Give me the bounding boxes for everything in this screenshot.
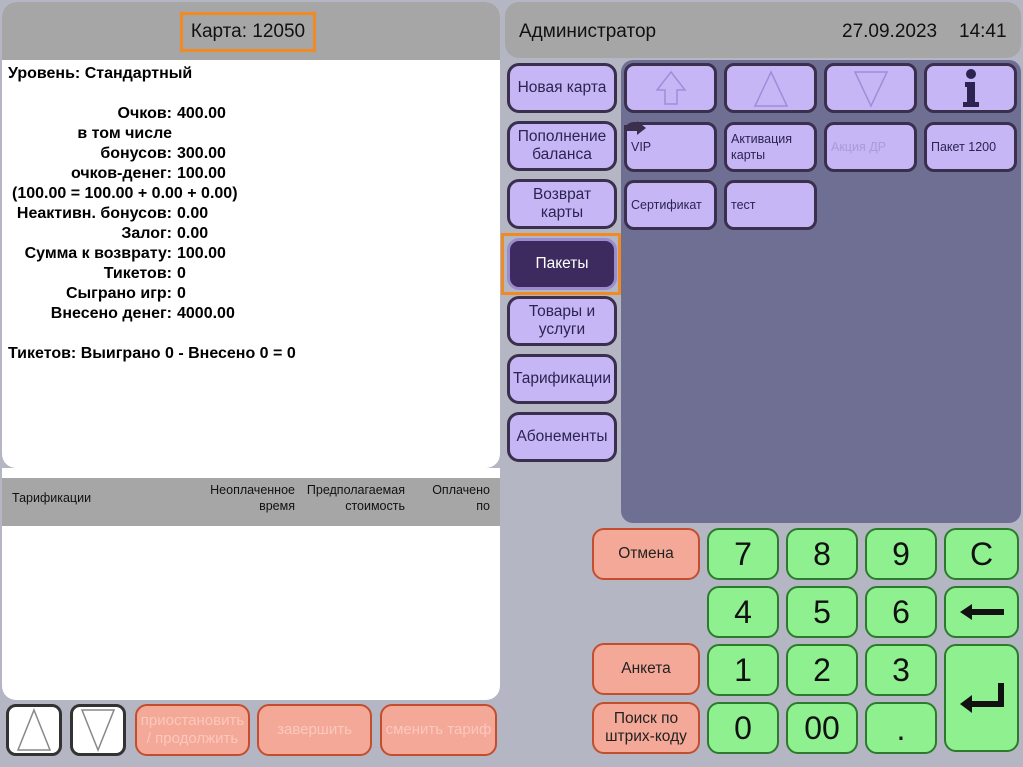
bonuses-value: 300.00 xyxy=(177,145,226,162)
finish-button[interactable]: завершить xyxy=(257,704,372,756)
points-value: 400.00 xyxy=(177,105,226,122)
tickets-value: 0 xyxy=(177,265,186,282)
key-8[interactable]: 8 xyxy=(786,528,858,580)
deposit-value: 0.00 xyxy=(177,225,209,242)
category-subscriptions[interactable]: Абонементы xyxy=(507,412,617,462)
enter-return-icon xyxy=(959,683,1004,713)
points-label: Очков: xyxy=(117,105,172,122)
item-vip-label: VIP xyxy=(631,140,652,154)
item-certificate[interactable]: Сертификат xyxy=(624,180,717,230)
points-formula: (100.00 = 100.00 + 0.00 + 0.00) xyxy=(12,185,238,202)
category-top-up-balance[interactable]: Пополнение баланса xyxy=(507,121,617,171)
change-tariff-button[interactable]: сменить тариф xyxy=(380,704,497,756)
key-1[interactable]: 1 xyxy=(707,644,779,696)
games-played-value: 0 xyxy=(177,285,186,302)
scroll-down-button[interactable] xyxy=(70,704,126,756)
key-enter[interactable] xyxy=(944,644,1019,752)
survey-button[interactable]: Анкета xyxy=(592,643,700,695)
item-package-1200[interactable]: Пакет 1200 xyxy=(924,122,1017,172)
money-points-label: очков-денег: xyxy=(70,165,172,182)
item-package-1200-label: Пакет 1200 xyxy=(931,140,997,154)
col-estimated-cost: Предполагаемая стоимость xyxy=(306,483,405,513)
refund-label: Сумма к возврату: xyxy=(24,245,172,262)
item-birthday-promo[interactable]: Акция ДР xyxy=(824,122,917,172)
category-packages[interactable]: Пакеты xyxy=(507,238,617,290)
item-card-activation[interactable]: Активация карты xyxy=(724,122,817,172)
card-info-panel: Карта: 12050 Уровень: Стандартный Очков:… xyxy=(2,2,500,468)
key-decimal[interactable]: . xyxy=(865,702,937,754)
tickets-summary: Тикетов: Выиграно 0 - Внесено 0 = 0 xyxy=(8,345,296,362)
money-deposited-label: Внесено денег: xyxy=(50,305,172,322)
inactive-bonuses-label: Неактивн. бонусов: xyxy=(16,205,172,222)
deposit-label: Залог: xyxy=(121,225,172,242)
item-certificate-label: Сертификат xyxy=(631,198,702,212)
item-birthday-promo-label: Акция ДР xyxy=(831,140,886,154)
barcode-search-button[interactable]: Поиск по штрих-коду xyxy=(592,702,700,754)
card-number-label: Карта: 12050 xyxy=(180,12,316,52)
page-down-button[interactable] xyxy=(824,63,917,113)
backspace-arrow-icon xyxy=(959,604,1004,620)
arrow-right-icon xyxy=(623,121,647,140)
key-backspace[interactable] xyxy=(944,586,1019,638)
key-3[interactable]: 3 xyxy=(865,644,937,696)
page-up-button[interactable] xyxy=(724,63,817,113)
col-unpaid-time: Неоплаченное время xyxy=(210,483,295,513)
games-played-label: Сыграно игр: xyxy=(65,285,172,302)
user-name: Администратор xyxy=(519,21,657,42)
triangle-down-icon xyxy=(80,709,116,752)
tickets-label: Тикетов: xyxy=(103,265,172,282)
refund-value: 100.00 xyxy=(177,245,226,262)
key-0[interactable]: 0 xyxy=(707,702,779,754)
category-card-return[interactable]: Возврат карты xyxy=(507,179,617,229)
cancel-button[interactable]: Отмена xyxy=(592,528,700,580)
pause-resume-button[interactable]: приостановить / продолжить xyxy=(135,704,250,756)
item-test-label: тест xyxy=(731,198,756,212)
money-deposited-value: 4000.00 xyxy=(177,305,235,322)
col-tariffs: Тарификации xyxy=(12,491,92,505)
key-00[interactable]: 00 xyxy=(786,702,858,754)
current-time: 14:41 xyxy=(959,21,1007,42)
tariff-toolbar: приостановить / продолжить завершить сме… xyxy=(2,700,500,767)
key-4[interactable]: 4 xyxy=(707,586,779,638)
arrow-up-first-icon xyxy=(654,70,687,105)
current-date: 27.09.2023 xyxy=(842,21,938,42)
category-new-card[interactable]: Новая карта xyxy=(507,63,617,113)
item-test[interactable]: тест xyxy=(724,180,817,230)
key-7[interactable]: 7 xyxy=(707,528,779,580)
including-label: в том числе xyxy=(77,125,172,142)
key-9[interactable]: 9 xyxy=(865,528,937,580)
top-status-bar: Администратор 27.09.2023 14:41 xyxy=(505,2,1021,58)
triangle-down-icon xyxy=(853,71,888,108)
category-tariffs[interactable]: Тарификации xyxy=(507,354,617,404)
level-text: Уровень: Стандартный xyxy=(8,65,193,82)
col-paid-by: Оплачено по xyxy=(432,483,490,513)
bonuses-label: бонусов: xyxy=(100,145,172,162)
info-icon xyxy=(962,69,979,107)
item-card-activation-label: Активация карты xyxy=(731,132,793,162)
inactive-bonuses-value: 0.00 xyxy=(177,205,209,222)
triangle-up-icon xyxy=(753,70,788,107)
money-points-value: 100.00 xyxy=(177,165,226,182)
info-button[interactable] xyxy=(924,63,1017,113)
triangle-up-icon xyxy=(16,708,52,751)
key-5[interactable]: 5 xyxy=(786,586,858,638)
key-2[interactable]: 2 xyxy=(786,644,858,696)
category-goods-services[interactable]: Товары и услуги xyxy=(507,296,617,346)
key-clear[interactable]: C xyxy=(944,528,1019,580)
key-6[interactable]: 6 xyxy=(865,586,937,638)
page-first-button[interactable] xyxy=(624,63,717,113)
tariffs-table: Тарификации Неоплаченное время Предполаг… xyxy=(2,468,500,700)
scroll-up-button[interactable] xyxy=(6,704,62,756)
